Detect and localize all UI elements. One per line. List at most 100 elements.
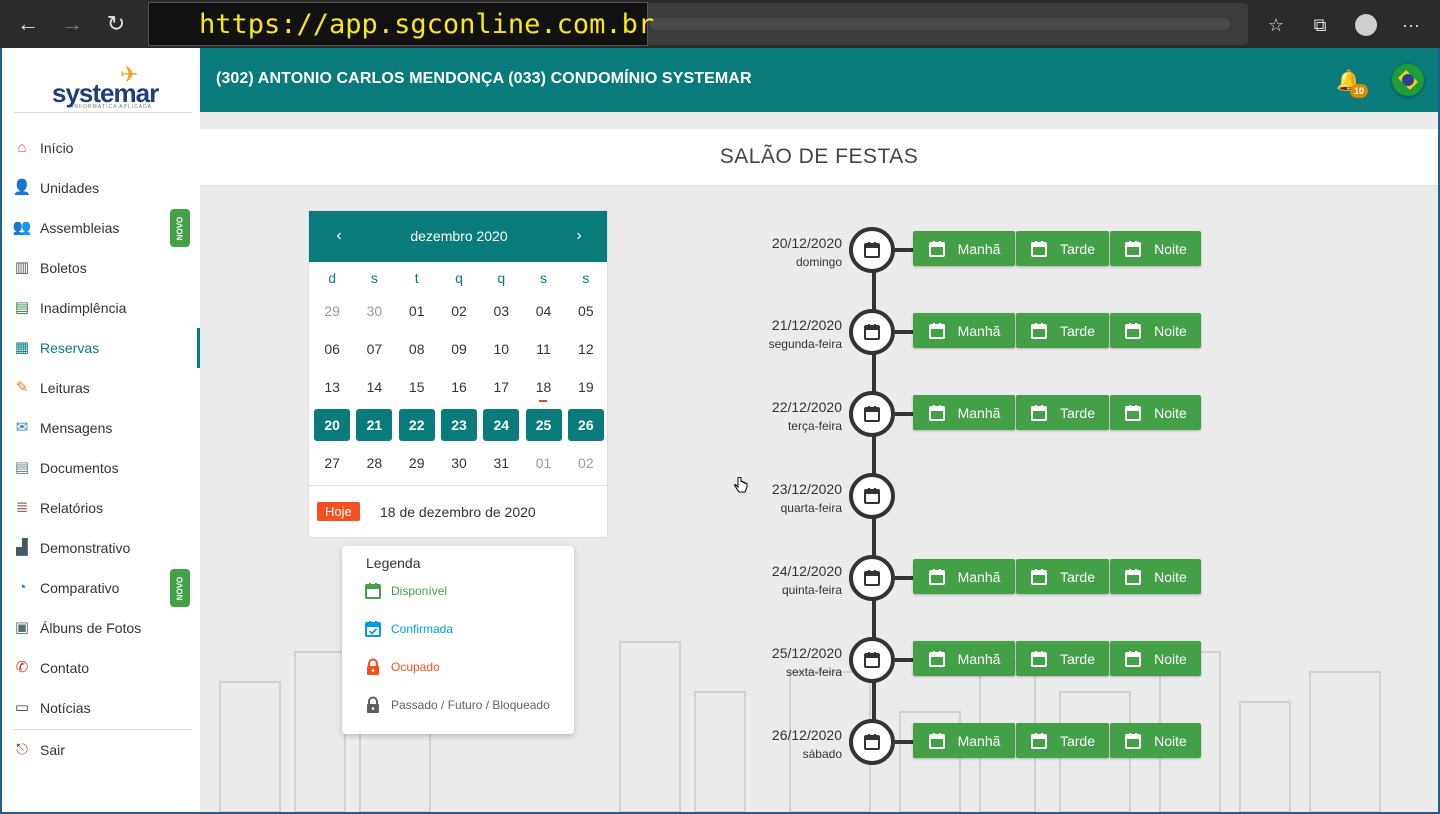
calendar-day[interactable]: 07 [353,330,395,368]
shift-button-label: Manhã [957,404,1001,421]
refresh-icon[interactable]: ↻ [102,10,130,38]
sidebar-item-albuns-de-fotos[interactable]: ▣ Álbuns de Fotos [2,608,200,648]
calendar-week-row: 27 28 29 30 31 01 02 [311,444,607,482]
calendar-day[interactable]: 20 [311,406,353,444]
calendar-day[interactable]: 04 [522,292,564,330]
timeline-date: 26/12/2020 [771,727,842,743]
sidebar-item-unidades[interactable]: 👤 Unidades [2,168,200,208]
shift-button-noite[interactable]: Noite [1110,395,1201,430]
shift-button-tarde[interactable]: Tarde [1016,723,1109,758]
shift-button-tarde[interactable]: Tarde [1016,395,1109,430]
collections-icon[interactable]: ⧉ [1307,12,1333,38]
shift-button-noite[interactable]: Noite [1110,313,1201,348]
shift-button-label: Noite [1154,650,1187,667]
calendar-day[interactable]: 14 [353,368,395,406]
calendar-day[interactable]: 28 [353,444,395,482]
barcode-icon: ▥ [14,259,30,276]
chevron-right-icon[interactable]: › [569,225,589,247]
sidebar-item-label: Sair [40,742,65,758]
calendar-day[interactable]: 12 [565,330,607,368]
sidebar-item-relatorios[interactable]: ≣ Relatórios [2,488,200,528]
weekday-label: t [414,270,419,286]
calendar-day[interactable]: 15 [396,368,438,406]
calendar-day[interactable]: 17 [480,368,522,406]
shift-button-tarde[interactable]: Tarde [1016,231,1109,266]
shift-button-noite[interactable]: Noite [1110,641,1201,676]
calendar-day[interactable]: 21 [353,406,395,444]
calendar-day[interactable]: 08 [396,330,438,368]
more-icon[interactable]: ··· [1398,12,1424,38]
calendar-day[interactable]: 29 [311,292,353,330]
sidebar-item-inicio[interactable]: ⌂ Início [2,128,200,168]
logo[interactable]: ✈ systemar INFORMÁTICA APLICADA [52,58,162,110]
calendar-week-row: 06 07 08 09 10 11 12 [311,330,607,368]
sidebar-item-leituras[interactable]: ✎ Leituras [2,368,200,408]
calendar-day[interactable]: 23 [438,406,480,444]
sidebar-item-comparativo[interactable]: ◔ Comparativo NOVO [2,568,200,608]
sidebar-item-inadimplencia[interactable]: ▤ Inadimplência [2,288,200,328]
calendar-day[interactable]: 13 [311,368,353,406]
calendar-day[interactable]: 18 [522,368,564,406]
sidebar-item-contato[interactable]: ✆ Contato [2,648,200,688]
sidebar-item-sair[interactable]: ⎋ Sair [2,730,200,770]
shift-button-label: Tarde [1059,404,1096,421]
calendar-day[interactable]: 02 [565,444,607,482]
calendar-day[interactable]: 02 [438,292,480,330]
calendar-day[interactable]: 11 [522,330,564,368]
calendar-day-number: 20 [314,409,351,441]
shift-button-manha[interactable]: Manhã [913,723,1015,758]
shift-button-tarde[interactable]: Tarde [1016,313,1109,348]
calendar-day[interactable]: 10 [480,330,522,368]
sidebar-item-demonstrativo[interactable]: ▟ Demonstrativo [2,528,200,568]
shift-button-manha[interactable]: Manhã [913,313,1015,348]
calendar-day[interactable]: 05 [565,292,607,330]
back-arrow-icon[interactable]: ← [14,10,42,38]
sidebar-item-reservas[interactable]: ▦ Reservas [2,328,200,368]
sidebar-item-noticias[interactable]: ▭ Notícias [2,688,200,728]
sidebar-item-boletos[interactable]: ▥ Boletos [2,248,200,288]
shift-button-manha[interactable]: Manhã [913,395,1015,430]
sidebar-menu: ⌂ Início 👤 Unidades 👥 Assembleias NOVO ▥ Boletos… [2,128,200,728]
calendar-day[interactable]: 24 [480,406,522,444]
calendar-day[interactable]: 30 [438,444,480,482]
shift-button-label: Noite [1154,322,1187,339]
calendar-day[interactable]: 09 [438,330,480,368]
sidebar-item-mensagens[interactable]: ✉ Mensagens [2,408,200,448]
calendar-day-number: 06 [324,341,340,357]
calendar-day[interactable]: 06 [311,330,353,368]
calendar-day[interactable]: 26 [565,406,607,444]
timeline-day-row: 22/12/2020 terça-feira Manhã Tarde Noite [740,388,1240,438]
calendar-icon [928,322,945,339]
calendar-day[interactable]: 03 [480,292,522,330]
shift-button-label: Tarde [1059,240,1096,257]
shift-button-tarde[interactable]: Tarde [1016,559,1109,594]
calendar-day[interactable]: 27 [311,444,353,482]
reports-icon: ≣ [15,499,29,516]
shift-button-manha[interactable]: Manhã [913,641,1015,676]
shift-button-tarde[interactable]: Tarde [1016,641,1109,676]
calendar-day[interactable]: 31 [480,444,522,482]
sidebar-item-assembleias[interactable]: 👥 Assembleias NOVO [2,208,200,248]
news-icon: ▭ [14,699,30,716]
calendar-day-number: 23 [440,409,477,441]
calendar-day[interactable]: 22 [396,406,438,444]
shift-button-noite[interactable]: Noite [1110,231,1201,266]
today-button[interactable]: Hoje [317,502,360,521]
forward-arrow-icon[interactable]: → [58,10,86,38]
calendar-day[interactable]: 01 [396,292,438,330]
calendar-day[interactable]: 19 [565,368,607,406]
shift-button-manha[interactable]: Manhã [913,559,1015,594]
brazil-flag-icon[interactable] [1392,64,1424,96]
calendar-day[interactable]: 30 [353,292,395,330]
shift-button-noite[interactable]: Noite [1110,723,1201,758]
favorites-icon[interactable]: ☆ [1263,12,1289,38]
calendar-day[interactable]: 01 [522,444,564,482]
sidebar-item-documentos[interactable]: ▤ Documentos [2,448,200,488]
calendar-day[interactable]: 25 [522,406,564,444]
calendar-day[interactable]: 29 [396,444,438,482]
event-calendar-icon [849,309,895,355]
profile-icon[interactable] [1355,14,1377,36]
shift-button-manha[interactable]: Manhã [913,231,1015,266]
calendar-day[interactable]: 16 [438,368,480,406]
shift-button-noite[interactable]: Noite [1110,559,1201,594]
